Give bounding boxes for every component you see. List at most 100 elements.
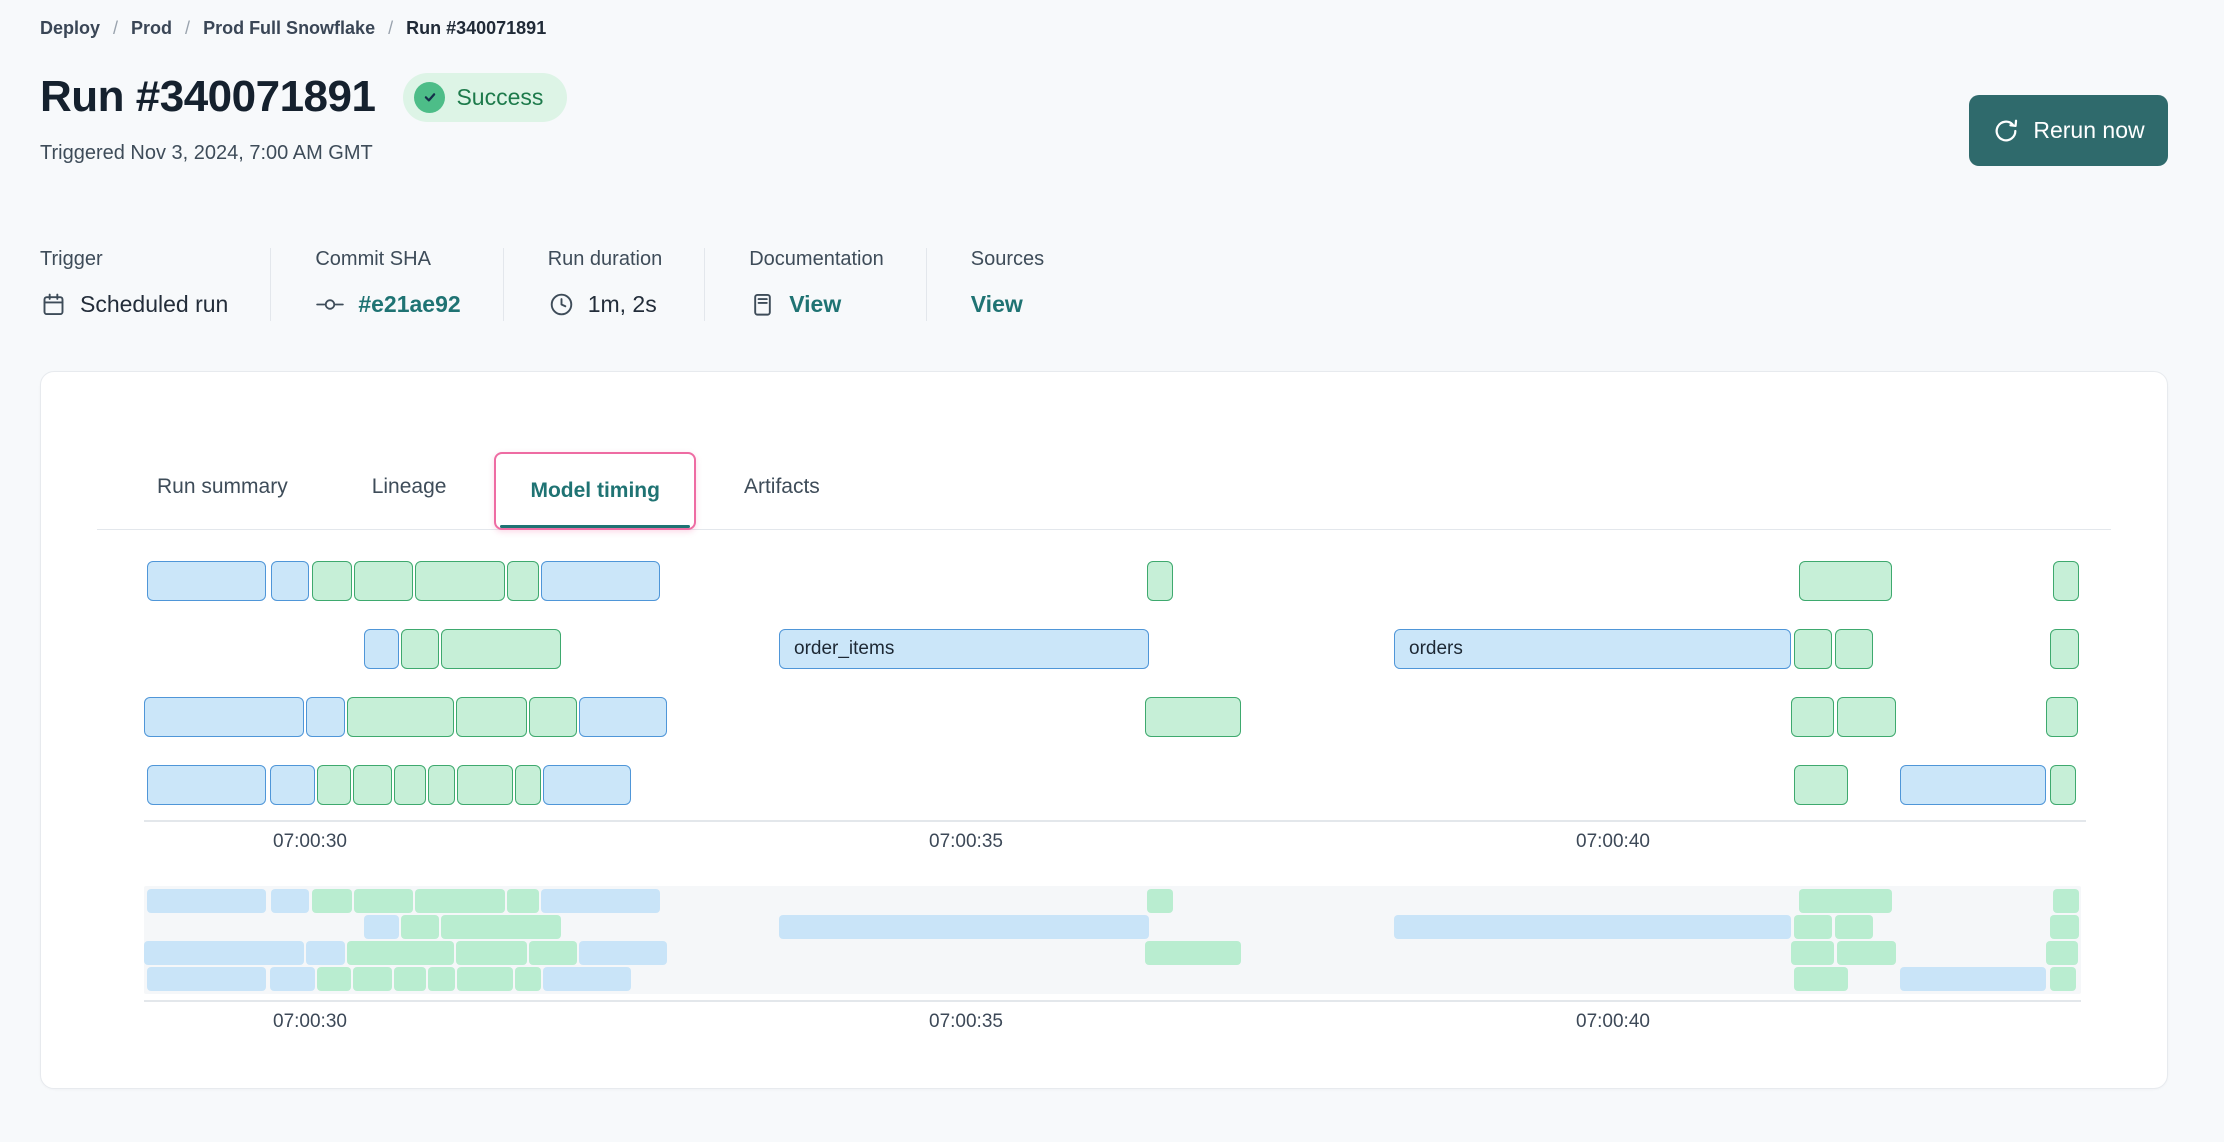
- meta-commit-label: Commit SHA: [315, 248, 460, 271]
- gantt-bar-order_items[interactable]: order_items: [779, 629, 1149, 669]
- gantt-bar[interactable]: [317, 765, 351, 805]
- gantt-bar[interactable]: [2050, 765, 2076, 805]
- gantt-bar[interactable]: [515, 765, 541, 805]
- gantt-bar[interactable]: [144, 697, 304, 737]
- time-tick-label: 07:00:30: [273, 1011, 347, 1033]
- minimap-axis-line: [144, 1000, 2081, 1002]
- meta-trigger-label: Trigger: [40, 248, 228, 271]
- gantt-minimap-bars: [144, 889, 2081, 991]
- status-badge: Success: [403, 73, 567, 122]
- gantt-bar: [144, 941, 304, 965]
- tab-bar: Run summary Lineage Model timing Artifac…: [97, 372, 2111, 530]
- tab-model-timing[interactable]: Model timing: [494, 452, 696, 530]
- gantt-bar[interactable]: [456, 697, 527, 737]
- gantt-bar: [401, 915, 439, 939]
- gantt-bar: [1791, 941, 1834, 965]
- gantt-bar: [1145, 941, 1241, 965]
- gantt-bar: [306, 941, 345, 965]
- gantt-chart: order_items orders: [144, 561, 2086, 805]
- gantt-bar[interactable]: [415, 561, 505, 601]
- gantt-bar[interactable]: [543, 765, 631, 805]
- meta-run-duration: Run duration 1m, 2s: [548, 248, 706, 321]
- minimap-axis-ticks: 07:00:3007:00:3507:00:40: [144, 1011, 2086, 1041]
- meta-sources: Sources View: [971, 248, 1086, 321]
- gantt-bar: [457, 967, 513, 991]
- gantt-bar: [317, 967, 351, 991]
- gantt-bar: [147, 967, 266, 991]
- gantt-bar[interactable]: [507, 561, 539, 601]
- gantt-bar-orders[interactable]: orders: [1394, 629, 1791, 669]
- gantt-bar[interactable]: [364, 629, 399, 669]
- gantt-bar: [1835, 915, 1873, 939]
- gantt-bar[interactable]: [541, 561, 660, 601]
- gantt-bar[interactable]: [1799, 561, 1892, 601]
- gantt-bar-order_items: [779, 915, 1149, 939]
- meta-trigger-value: Scheduled run: [80, 291, 228, 318]
- gantt-bar: [1837, 941, 1896, 965]
- gantt-bar[interactable]: [401, 629, 439, 669]
- gantt-bar[interactable]: [2050, 629, 2079, 669]
- gantt-bar[interactable]: [1145, 697, 1241, 737]
- meta-sources-label: Sources: [971, 248, 1044, 271]
- tab-lineage[interactable]: Lineage: [372, 475, 447, 529]
- gantt-bar[interactable]: [354, 561, 413, 601]
- model-timing-panel: order_items orders 07:00:3007:00:3507:00:…: [41, 530, 2167, 1041]
- gantt-bar[interactable]: [457, 765, 513, 805]
- breadcrumb-deploy[interactable]: Deploy: [40, 18, 100, 39]
- tab-artifacts[interactable]: Artifacts: [744, 475, 820, 529]
- gantt-bar[interactable]: [1837, 697, 1896, 737]
- sources-view-link[interactable]: View: [971, 291, 1023, 318]
- run-detail-card: Run summary Lineage Model timing Artifac…: [40, 371, 2168, 1089]
- check-icon: [414, 82, 445, 113]
- gantt-bar: [353, 967, 392, 991]
- gantt-bar[interactable]: [147, 765, 266, 805]
- gantt-bar[interactable]: [353, 765, 392, 805]
- gantt-bar[interactable]: [529, 697, 577, 737]
- gantt-bar[interactable]: [441, 629, 561, 669]
- gantt-bar: [1147, 889, 1173, 913]
- gantt-bar: [543, 967, 631, 991]
- gantt-bar[interactable]: [1900, 765, 2046, 805]
- tab-run-summary[interactable]: Run summary: [157, 475, 288, 529]
- page-title: Run #340071891: [40, 72, 375, 122]
- gantt-bar: [2050, 967, 2076, 991]
- gantt-bar: [579, 941, 667, 965]
- breadcrumb-run: Run #340071891: [406, 18, 546, 39]
- gantt-bar[interactable]: [1794, 765, 1848, 805]
- gantt-bar-label: order_items: [780, 638, 894, 660]
- breadcrumb-separator: /: [388, 18, 393, 39]
- gantt-bar[interactable]: [1794, 629, 1832, 669]
- gantt-bar: [270, 967, 315, 991]
- documentation-view-link[interactable]: View: [789, 291, 841, 318]
- gantt-bar[interactable]: [1835, 629, 1873, 669]
- gantt-bar[interactable]: [312, 561, 352, 601]
- gantt-bar: [312, 889, 352, 913]
- gantt-bar[interactable]: [270, 765, 315, 805]
- clock-icon: [548, 291, 575, 318]
- rerun-now-button[interactable]: Rerun now: [1969, 95, 2168, 166]
- gantt-minimap[interactable]: [144, 886, 2081, 994]
- gantt-axis-line: [144, 820, 2086, 822]
- time-tick-label: 07:00:40: [1576, 831, 1650, 853]
- gantt-bar: [1900, 967, 2046, 991]
- breadcrumb-prod[interactable]: Prod: [131, 18, 172, 39]
- gantt-bar[interactable]: [2046, 697, 2078, 737]
- gantt-bar[interactable]: [147, 561, 266, 601]
- gantt-bar[interactable]: [579, 697, 667, 737]
- commit-sha-link[interactable]: #e21ae92: [358, 291, 460, 318]
- gantt-bar: [2046, 941, 2078, 965]
- gantt-bar[interactable]: [394, 765, 426, 805]
- gantt-bar[interactable]: [271, 561, 309, 601]
- breadcrumb-job[interactable]: Prod Full Snowflake: [203, 18, 375, 39]
- gantt-axis-ticks: 07:00:3007:00:3507:00:40: [144, 831, 2086, 861]
- gantt-bar: [441, 915, 561, 939]
- gantt-bar[interactable]: [306, 697, 345, 737]
- gantt-bar[interactable]: [1147, 561, 1173, 601]
- gantt-bar[interactable]: [2053, 561, 2079, 601]
- gantt-bar[interactable]: [1791, 697, 1834, 737]
- breadcrumb: Deploy / Prod / Prod Full Snowflake / Ru…: [40, 16, 2168, 40]
- gantt-bar[interactable]: [428, 765, 455, 805]
- gantt-bar: [507, 889, 539, 913]
- time-tick-label: 07:00:30: [273, 831, 347, 853]
- gantt-bar[interactable]: [347, 697, 454, 737]
